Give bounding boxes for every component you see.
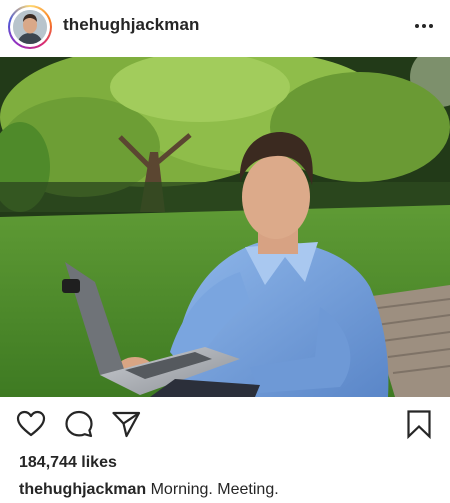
- comment-button[interactable]: [63, 408, 95, 440]
- header-username[interactable]: thehughjackman: [63, 15, 199, 35]
- post-image: [0, 57, 450, 397]
- post-photo[interactable]: [0, 57, 450, 397]
- comment-icon: [65, 410, 93, 438]
- action-bar: [0, 402, 450, 446]
- paper-plane-icon: [112, 411, 141, 438]
- like-button[interactable]: [15, 408, 47, 440]
- more-options-button[interactable]: [412, 16, 436, 36]
- story-ring[interactable]: [8, 5, 52, 49]
- more-options-icon: [415, 24, 433, 28]
- share-button[interactable]: [110, 408, 142, 440]
- caption: thehughjackman Morning. Meeting.: [19, 481, 279, 499]
- caption-text: Morning. Meeting.: [150, 481, 279, 498]
- avatar-photo: [13, 10, 47, 44]
- save-button[interactable]: [403, 408, 435, 440]
- caption-username[interactable]: thehughjackman: [19, 481, 146, 498]
- bookmark-icon: [407, 410, 431, 440]
- heart-icon: [16, 410, 46, 437]
- post-header: thehughjackman: [0, 0, 450, 56]
- likes-count[interactable]: 184,744 likes: [19, 454, 117, 472]
- avatar[interactable]: [13, 10, 47, 44]
